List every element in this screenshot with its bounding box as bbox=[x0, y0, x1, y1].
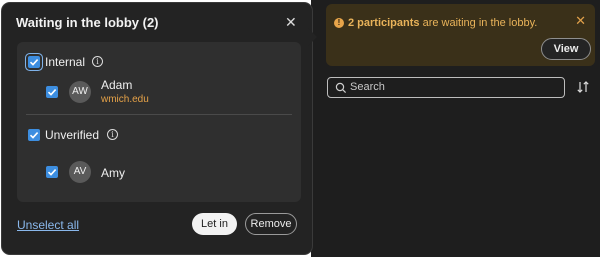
banner-text: are waiting in the lobby. bbox=[422, 17, 538, 29]
checkbox-checked-icon bbox=[47, 169, 57, 176]
banner-count: 2 participants bbox=[348, 17, 420, 29]
info-icon[interactable]: i bbox=[107, 129, 118, 140]
group-label-unverified: Unverified bbox=[45, 128, 100, 142]
panel-pointer bbox=[308, 28, 317, 46]
lobby-title: Waiting in the lobby (2) bbox=[16, 15, 159, 30]
search-icon bbox=[335, 82, 347, 94]
info-icon[interactable]: i bbox=[92, 56, 103, 67]
search-input[interactable]: Search bbox=[327, 77, 565, 98]
checkbox-checked-icon bbox=[29, 59, 39, 66]
sort-icon[interactable] bbox=[576, 80, 590, 94]
checkbox-checked-icon bbox=[47, 89, 57, 96]
participant-checkbox-amy[interactable] bbox=[46, 166, 58, 178]
checkbox-checked-icon bbox=[29, 132, 39, 139]
avatar: AW bbox=[69, 81, 91, 103]
let-in-button[interactable]: Let in bbox=[192, 213, 237, 235]
banner-message: 2 participants are waiting in the lobby. bbox=[348, 17, 537, 29]
participant-checkbox-adam[interactable] bbox=[46, 86, 58, 98]
banner-close-icon[interactable]: ✕ bbox=[575, 14, 586, 27]
view-button[interactable]: View bbox=[541, 38, 591, 60]
app-window: ! 2 participants are waiting in the lobb… bbox=[0, 0, 600, 257]
unselect-all-link[interactable]: Unselect all bbox=[17, 218, 79, 232]
group-divider bbox=[26, 114, 292, 115]
group-checkbox-unverified[interactable] bbox=[28, 129, 40, 141]
group-label-internal: Internal bbox=[45, 55, 86, 69]
avatar: AV bbox=[69, 161, 91, 183]
lobby-participant-list: Internal i AW Adam wmich.edu Unverified … bbox=[17, 42, 301, 202]
lobby-notification-banner: ! 2 participants are waiting in the lobb… bbox=[326, 4, 595, 66]
lobby-panel: Waiting in the lobby (2) ✕ Internal i AW… bbox=[2, 3, 312, 254]
remove-button[interactable]: Remove bbox=[245, 213, 297, 235]
participant-name: Adam bbox=[101, 78, 133, 92]
close-icon[interactable]: ✕ bbox=[285, 15, 297, 29]
warning-icon: ! bbox=[334, 18, 344, 28]
search-placeholder: Search bbox=[350, 81, 385, 93]
participant-domain: wmich.edu bbox=[101, 94, 149, 105]
participant-name: Amy bbox=[101, 166, 125, 180]
group-checkbox-internal[interactable] bbox=[28, 56, 40, 68]
